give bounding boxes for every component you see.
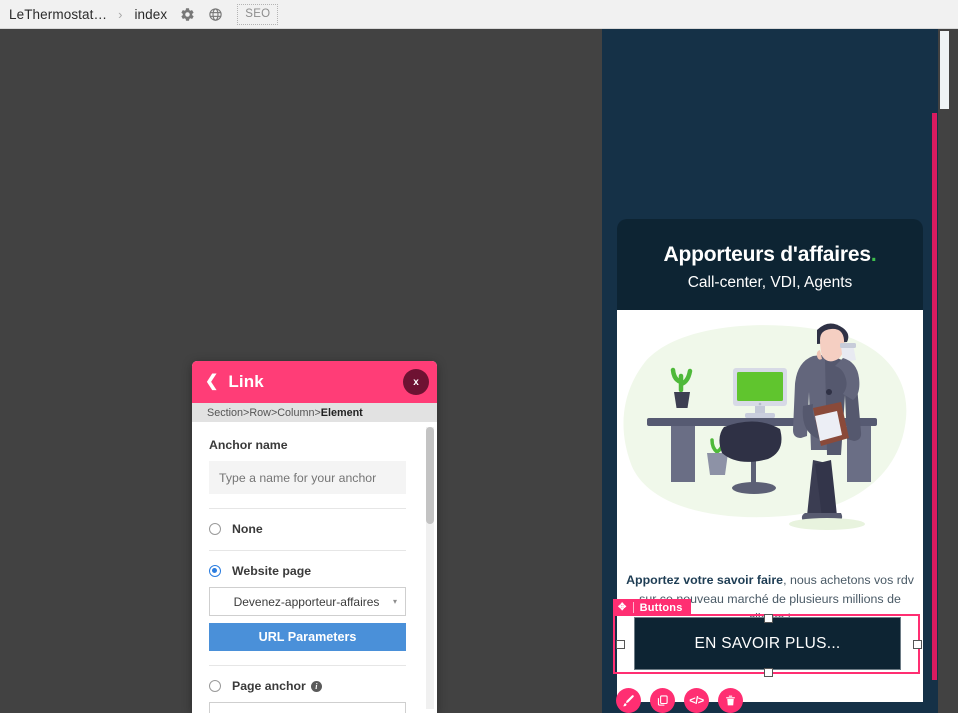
radio-none-label: None [232,522,263,536]
element-action-bar: </> [616,688,743,713]
hero-title-text: Apporteurs d'affaires [663,243,872,266]
preview-scrollbar-track[interactable] [938,29,958,713]
resize-handle-bottom[interactable] [764,668,773,677]
radio-website-page-label: Website page [232,564,312,578]
preview-scrollbar-thumb[interactable] [940,31,949,109]
hero-subtitle: Call-center, VDI, Agents [687,274,853,292]
divider-1 [209,508,406,509]
link-settings-dialog: ❮ Link x Section > Row > Column > Elemen… [192,361,437,713]
move-handle-icon[interactable]: ✥ [618,602,627,613]
dialog-breadcrumb: Section > Row > Column > Element [192,403,437,422]
back-chevron-icon[interactable]: ❮ [205,374,218,390]
info-icon[interactable]: i [310,680,322,692]
website-page-select-value: Devenez-apporteur-affaires [233,594,380,609]
hero-paragraph-lead: Apportez votre savoir faire [626,573,784,587]
radio-option-page-anchor[interactable]: Page anchor i [209,679,420,693]
divider-2 [209,550,406,551]
dialog-header: ❮ Link x [192,361,437,403]
radio-website-page-indicator[interactable] [209,565,221,577]
radio-page-anchor-label: Page anchor [232,679,306,693]
resize-handle-right[interactable] [913,640,922,649]
selected-section-label: Buttons [639,601,683,614]
trash-icon[interactable] [718,688,743,713]
globe-icon[interactable] [208,7,223,22]
selection-edge-rail [932,113,937,680]
duplicate-icon[interactable] [650,688,675,713]
dialog-scrollbar-thumb[interactable] [426,427,434,524]
breadcrumb-row[interactable]: Row [249,407,271,419]
code-icon[interactable]: </> [684,688,709,713]
website-page-select[interactable]: Devenez-apporteur-affaires ▾ [209,587,406,616]
radio-option-none[interactable]: None [209,522,420,536]
url-parameters-button[interactable]: URL Parameters [209,623,406,651]
hero-title-dot: . [870,243,877,266]
person-with-coffee-at-desk-illustration [617,310,923,540]
seo-badge[interactable]: SEO [237,3,279,25]
breadcrumb-page-name[interactable]: index [134,7,167,22]
breadcrumb-separator: › [118,6,123,22]
breadcrumb-section[interactable]: Section [207,407,243,419]
hero-title: Apporteurs d'affaires. [631,243,909,266]
top-toolbar: LeThermostat… › index SEO [0,0,958,29]
resize-handle-top[interactable] [764,614,773,623]
gear-icon[interactable] [180,7,195,22]
close-icon[interactable]: x [403,369,429,395]
editor-app: LeThermostat… › index SEO Apporteurs d'a… [0,0,958,713]
breadcrumb-element[interactable]: Element [321,407,363,419]
dialog-title: Link [228,372,264,391]
breadcrumb-column[interactable]: Column [277,407,314,419]
paint-brush-icon[interactable] [616,688,641,713]
hero-card: Apporteurs d'affaires. Call-center, VDI,… [617,219,923,311]
radio-option-website-page[interactable]: Website page [209,564,420,578]
cta-button[interactable]: EN SAVOIR PLUS... [634,617,901,670]
code-glyph: </> [689,694,704,707]
tag-divider [632,602,634,613]
radio-none-indicator[interactable] [209,523,221,535]
radio-page-anchor-indicator[interactable] [209,680,221,692]
selected-section-tag[interactable]: ✥ Buttons [613,599,691,616]
anchor-name-label: Anchor name [209,438,288,452]
breadcrumb-site-name[interactable]: LeThermostat… [9,7,107,22]
chevron-down-icon: ▾ [392,596,397,606]
anchor-name-input[interactable] [209,461,406,494]
resize-handle-left[interactable] [616,640,625,649]
page-anchor-select[interactable]: ⌄ [209,702,406,713]
dialog-body: Anchor name None Website page Devenez-ap… [192,422,437,713]
divider-3 [209,665,406,666]
